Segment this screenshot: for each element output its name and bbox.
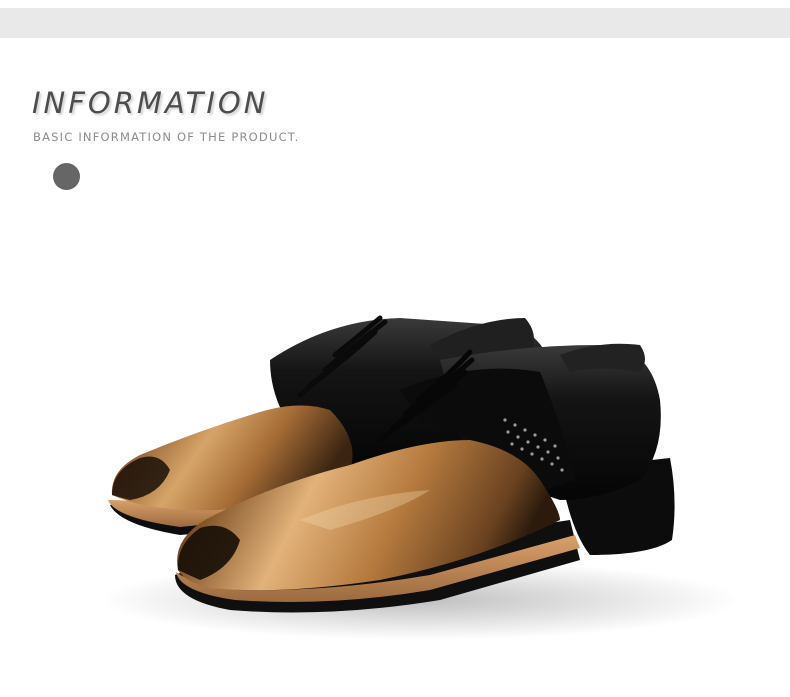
section-title: INFORMATION bbox=[32, 86, 269, 120]
bullet-dot-icon bbox=[53, 163, 80, 190]
top-banner-bar bbox=[0, 8, 790, 38]
section-subtitle: BASIC INFORMATION OF THE PRODUCT. bbox=[33, 130, 300, 144]
product-photo bbox=[100, 315, 740, 640]
